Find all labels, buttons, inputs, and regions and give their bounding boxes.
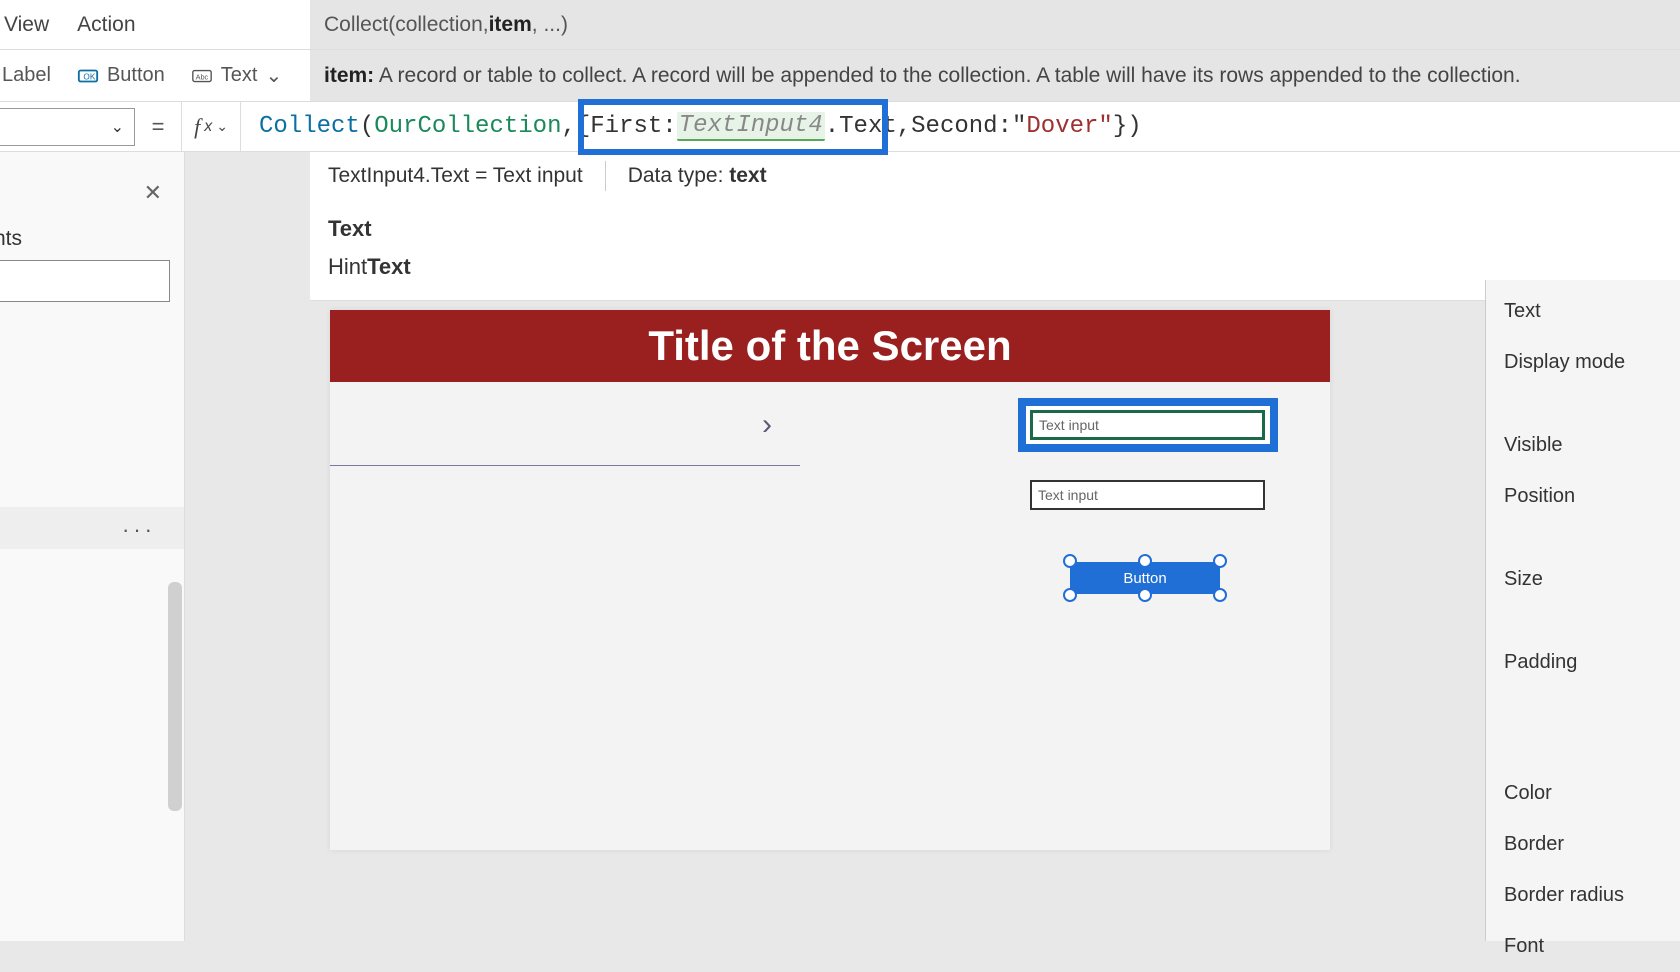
parameter-description: item: A record or table to collect. A re… (310, 50, 1680, 101)
intellisense-value: TextInput4.Text = Text input (328, 164, 583, 188)
selection-handle[interactable] (1213, 588, 1227, 602)
selection-handle[interactable] (1063, 588, 1077, 602)
intellisense-suggestion[interactable]: Text (328, 210, 1662, 248)
prop-font[interactable]: Font (1486, 921, 1680, 972)
text-icon: Abc (191, 65, 213, 87)
intellisense-suggestion[interactable]: HintText (328, 248, 1662, 286)
intellisense-panel: TextInput4.Text = Text input Data type: … (310, 152, 1680, 301)
prop-visible[interactable]: Visible (1486, 420, 1680, 471)
prop-border-radius[interactable]: Border radius (1486, 870, 1680, 921)
menu-bar: View Action Collect(collection, item, ..… (0, 0, 1680, 50)
intellisense-datatype: Data type: text (628, 164, 767, 188)
formula-input[interactable]: Collect(OurCollection, {First: TextInput… (241, 102, 1680, 151)
menu-action[interactable]: Action (77, 13, 135, 37)
menu-view[interactable]: View (4, 13, 49, 37)
text-input-1[interactable]: Text input (1030, 410, 1265, 440)
screen-title-label: Title of the Screen (330, 310, 1330, 382)
canvas[interactable]: Title of the Screen › Text input Text in… (330, 310, 1330, 850)
selection-handle[interactable] (1138, 554, 1152, 568)
equals-label: = (135, 114, 181, 140)
prop-position[interactable]: Position (1486, 471, 1680, 522)
svg-text:OK: OK (83, 72, 95, 81)
fx-button[interactable]: fx ⌄ (181, 102, 241, 151)
prop-padding[interactable]: Padding (1486, 637, 1680, 688)
chevron-down-icon: ⌄ (265, 63, 282, 88)
selection-handle[interactable] (1063, 554, 1077, 568)
insert-label-button[interactable]: Label (2, 64, 51, 87)
prop-size[interactable]: Size (1486, 554, 1680, 605)
gallery-item[interactable]: › (330, 396, 800, 466)
formula-bar: ⌄ = fx ⌄ Collect(OurCollection, {First: … (0, 102, 1680, 152)
text-input-2[interactable]: Text input (1030, 480, 1265, 510)
selection-handle[interactable] (1138, 588, 1152, 602)
insert-button-button[interactable]: OK Button (77, 64, 165, 87)
prop-border[interactable]: Border (1486, 819, 1680, 870)
chevron-right-icon[interactable]: › (762, 408, 772, 442)
property-selector[interactable]: ⌄ (0, 108, 135, 146)
properties-panel: Text Display mode Visible Position Size … (1485, 280, 1680, 941)
prop-text[interactable]: Text (1486, 286, 1680, 337)
panel-header: nts (0, 227, 22, 251)
tree-selected-row[interactable] (0, 507, 184, 549)
search-input[interactable] (0, 260, 170, 302)
scrollbar[interactable] (168, 582, 182, 811)
more-icon[interactable]: ··· (122, 517, 156, 543)
close-icon[interactable]: ✕ (144, 180, 162, 206)
prop-display-mode[interactable]: Display mode (1486, 337, 1680, 388)
tree-view-panel: ✕ nts ··· (0, 152, 185, 941)
prop-color[interactable]: Color (1486, 768, 1680, 819)
button-icon: OK (77, 65, 99, 87)
formula-signature: Collect(collection, item, ...) (310, 0, 1680, 49)
selection-handle[interactable] (1213, 554, 1227, 568)
ribbon-bar: Label OK Button Abc Text ⌄ item: A recor… (0, 50, 1680, 102)
chevron-down-icon: ⌄ (111, 117, 124, 137)
insert-text-button[interactable]: Abc Text ⌄ (191, 63, 282, 88)
svg-text:Abc: Abc (195, 72, 208, 81)
